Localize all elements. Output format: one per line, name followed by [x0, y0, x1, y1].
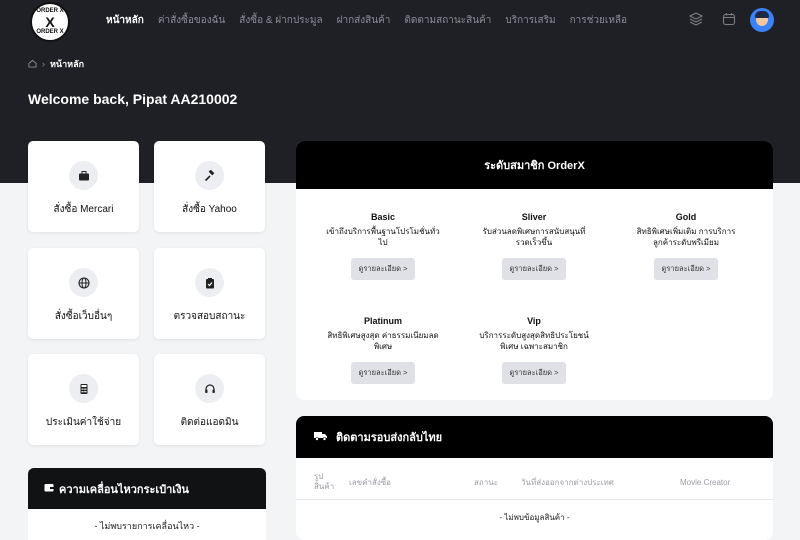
nav-track-status[interactable]: ติดตามสถานะสินค้า — [404, 13, 491, 28]
col-status: สถานะ — [474, 478, 498, 487]
tracking-empty-text: - ไม่พบข้อมูลสินค้า - — [499, 513, 570, 522]
tile-label: ติดต่อแอดมิน — [180, 417, 239, 428]
breadcrumb-separator-icon: › — [42, 59, 45, 69]
breadcrumb: › หน้าหลัก — [28, 57, 84, 71]
tier-desc: เข้าถึงบริการพื้นฐานโปรโมชั่นทั่ว ไป — [326, 227, 440, 247]
col-order-number: เลขคำสั่งซื้อ — [349, 478, 391, 487]
avatar-hair — [755, 11, 769, 18]
layers-icon[interactable] — [688, 12, 704, 26]
tier-name: Platinum — [363, 316, 402, 326]
wallet-header: ความเคลื่อนไหวกระเป๋าเงิน — [28, 468, 266, 509]
home-icon[interactable] — [28, 59, 37, 70]
truck-icon — [314, 431, 327, 444]
tile-cost-estimate[interactable]: ประเมินค่าใช้จ่าย — [28, 354, 139, 445]
tier-desc: สิทธิพิเศษเพิ่มเติม การบริการ ลูกค้าระดับ… — [636, 227, 736, 247]
tracking-table-header: รูป สินค้า เลขคำสั่งซื้อ สถานะ วันที่ส่งอ… — [296, 468, 773, 500]
tier-details-button[interactable]: ดูรายละเอียด > — [501, 362, 567, 384]
briefcase-icon — [69, 161, 98, 190]
top-nav: ORDER X X ORDER X หน้าหลัก ค่าสั่งซื้อขอ… — [0, 0, 800, 44]
calendar-icon[interactable] — [722, 12, 736, 26]
tier-desc: รับส่วนลดพิเศษการสนับสนุนที่ รวดเร็วขึ้น — [482, 227, 586, 247]
tier-details-button[interactable]: ดูรายละเอียด > — [501, 258, 567, 280]
tile-order-yahoo[interactable]: สั่งซื้อ Yahoo — [154, 141, 265, 232]
tile-label: สั่งซื้อ Mercari — [53, 204, 114, 215]
membership-card: ระดับสมาชิก OrderX Basic เข้าถึงบริการพื… — [296, 141, 773, 400]
tracking-header: ติดตามรอบส่งกลับไทย — [296, 416, 773, 458]
logo-mark: X — [45, 14, 55, 30]
tier-vip: Vip บริการระดับสูงสุดสิทธิประโยชน์ พิเศษ … — [474, 316, 594, 384]
tier-details-button[interactable]: ดูรายละเอียด > — [653, 258, 719, 280]
wallet-empty-text: - ไม่พบรายการเคลื่อนไหว - — [94, 521, 200, 531]
nav-home[interactable]: หน้าหลัก — [106, 13, 144, 28]
tile-check-status[interactable]: ตรวจสอบสถานะ — [154, 248, 265, 339]
user-avatar[interactable] — [750, 8, 774, 32]
col-product-image: รูป สินค้า — [314, 472, 335, 491]
tier-platinum: Platinum สิทธิพิเศษสูงสุด ค่าธรรมเนียมลด… — [323, 316, 443, 384]
tier-name: Basic — [370, 212, 396, 222]
tile-label: ประเมินค่าใช้จ่าย — [45, 417, 122, 428]
welcome-title: Welcome back, Pipat AA210002 — [28, 91, 238, 107]
tier-details-button[interactable]: ดูรายละเอียด > — [350, 258, 416, 280]
tier-sliver: Sliver รับส่วนลดพิเศษการสนับสนุนที่ รวดเร… — [474, 212, 594, 280]
clipboard-check-icon — [195, 268, 224, 297]
tier-desc: บริการระดับสูงสุดสิทธิประโยชน์ พิเศษ เฉพา… — [479, 331, 589, 351]
tier-name: Gold — [675, 212, 697, 222]
col-export-date: วันที่ส่งออกจากต่างประเทศ — [521, 478, 614, 487]
calculator-icon — [69, 374, 98, 403]
logo-text-bottom: ORDER X — [36, 29, 64, 35]
nav-help[interactable]: การช่วยเหลือ — [570, 13, 627, 28]
nav-my-orders[interactable]: ค่าสั่งซื้อของฉัน — [158, 13, 225, 28]
col-movie-creator: Movie Creator — [680, 478, 731, 487]
return-shipment-tracking-card: ติดตามรอบส่งกลับไทย รูป สินค้า เลขคำสั่งซ… — [296, 416, 773, 540]
wallet-icon — [44, 483, 54, 495]
tile-label: ตรวจสอบสถานะ — [173, 311, 246, 322]
wallet-title: ความเคลื่อนไหวกระเป๋าเงิน — [59, 483, 189, 496]
tile-order-mercari[interactable]: สั่งซื้อ Mercari — [28, 141, 139, 232]
globe-icon — [69, 268, 98, 297]
tile-label: สั่งซื้อเว็บอื่นๆ — [54, 311, 113, 322]
tile-contact-admin[interactable]: ติดต่อแอดมิน — [154, 354, 265, 445]
tier-basic: Basic เข้าถึงบริการพื้นฐานโปรโมชั่นทั่วไ… — [323, 212, 443, 280]
nav-links: หน้าหลัก ค่าสั่งซื้อของฉัน สั่งซื้อ & ฝา… — [106, 0, 641, 40]
tier-details-button[interactable]: ดูรายละเอียด > — [350, 362, 416, 384]
wallet-activity-card: ความเคลื่อนไหวกระเป๋าเงิน - ไม่พบรายการเ… — [28, 468, 266, 540]
tile-label: สั่งซื้อ Yahoo — [182, 204, 237, 215]
gavel-icon — [195, 161, 224, 190]
breadcrumb-current: หน้าหลัก — [50, 59, 85, 69]
tier-gold: Gold สิทธิพิเศษเพิ่มเติม การบริการ ลูกค้า… — [626, 212, 746, 280]
membership-title: ระดับสมาชิก OrderX — [296, 141, 773, 189]
tier-desc: สิทธิพิเศษสูงสุด ค่าธรรมเนียมลด พิเศษ — [327, 331, 439, 351]
nav-extra-services[interactable]: บริการเสริม — [505, 13, 555, 28]
nav-order-auction[interactable]: สั่งซื้อ & ฝากประมูล — [239, 13, 322, 28]
orderx-logo[interactable]: ORDER X X ORDER X — [30, 2, 70, 42]
nav-shipping[interactable]: ฝากส่งสินค้า — [337, 13, 391, 28]
tracking-title: ติดตามรอบส่งกลับไทย — [336, 432, 443, 444]
headset-icon — [195, 374, 224, 403]
tier-name: Vip — [527, 316, 541, 326]
tile-order-other-sites[interactable]: สั่งซื้อเว็บอื่นๆ — [28, 248, 139, 339]
tier-name: Sliver — [521, 212, 547, 222]
